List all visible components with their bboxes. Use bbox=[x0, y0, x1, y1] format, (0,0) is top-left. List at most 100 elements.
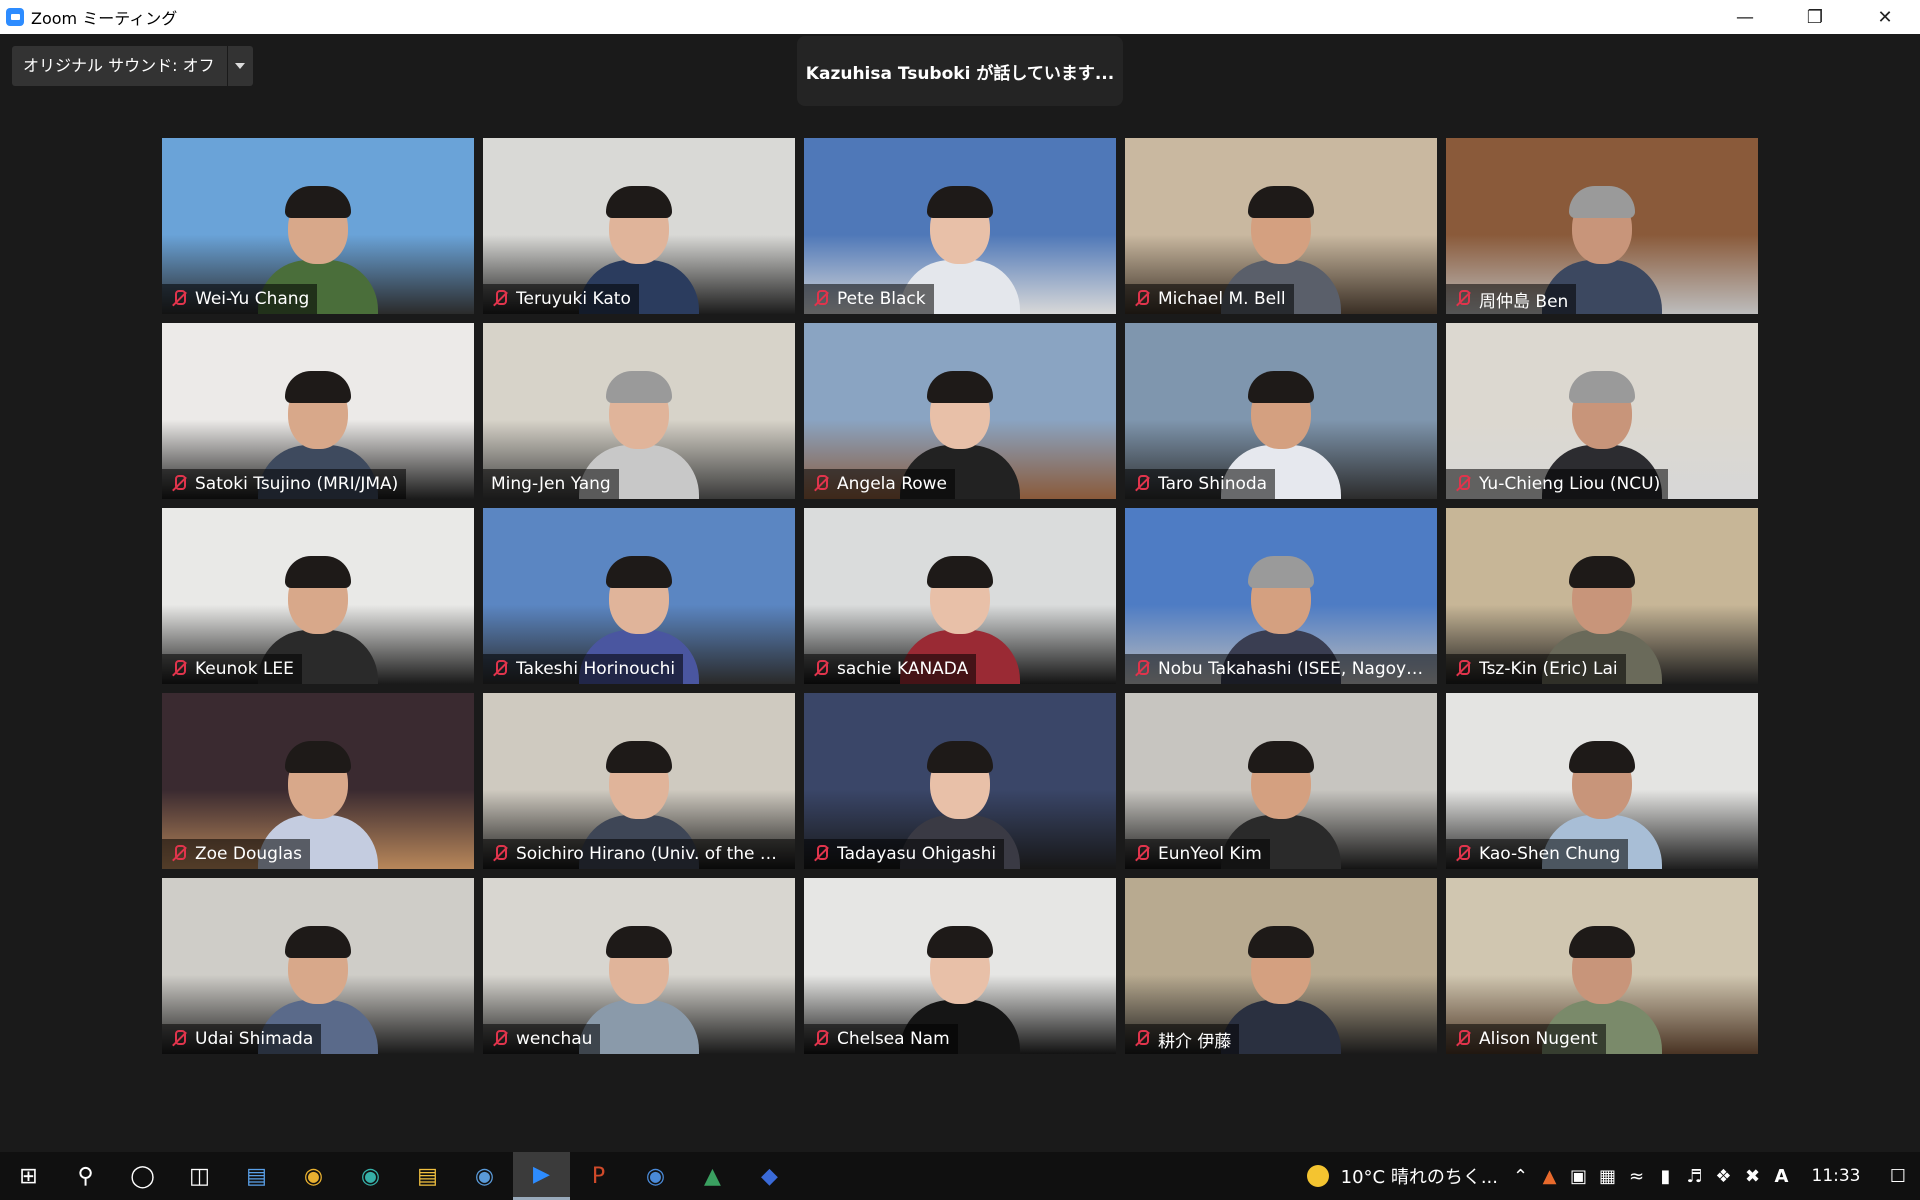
edge-icon[interactable]: ◉ bbox=[342, 1152, 399, 1200]
meeting-stage: オリジナル サウンド: オフ Kazuhisa Tsuboki が話しています.… bbox=[0, 34, 1920, 1152]
participant-name-tag: Yu-Chieng Liou (NCU) bbox=[1446, 469, 1669, 499]
globe-app-icon[interactable]: ◉ bbox=[456, 1152, 513, 1200]
video-tile[interactable]: Ming-Jen Yang bbox=[483, 323, 795, 499]
restore-button[interactable]: ❐ bbox=[1780, 0, 1850, 34]
participant-name: Zoe Douglas bbox=[195, 844, 302, 864]
mic-muted-icon bbox=[1454, 660, 1472, 678]
video-tile[interactable]: Nobu Takahashi (ISEE, Nagoya ... bbox=[1125, 508, 1437, 684]
mic-muted-icon bbox=[1454, 475, 1472, 493]
gpu-icon[interactable]: ▦ bbox=[1593, 1152, 1622, 1200]
participant-name: Ming-Jen Yang bbox=[491, 474, 611, 494]
video-tile[interactable]: Taro Shinoda bbox=[1125, 323, 1437, 499]
image-app-icon[interactable]: ▲ bbox=[684, 1152, 741, 1200]
participant-name-tag: Taro Shinoda bbox=[1125, 469, 1276, 499]
mic-muted-icon bbox=[1454, 845, 1472, 863]
video-tile[interactable]: sachie KANADA bbox=[804, 508, 1116, 684]
zoom-logo-icon bbox=[6, 8, 24, 26]
zoom-icon[interactable]: ▶ bbox=[513, 1152, 570, 1200]
participant-name: EunYeol Kim bbox=[1158, 844, 1262, 864]
participant-name: Tsz-Kin (Eric) Lai bbox=[1479, 659, 1618, 679]
video-tile[interactable]: Tsz-Kin (Eric) Lai bbox=[1446, 508, 1758, 684]
mic-muted-icon bbox=[1133, 1030, 1151, 1048]
taskbar-apps: ⊞ ⚲ ◯ ◫ ▤ ◉ ◉ ▤ ◉ ▶ P ◉ ▲ ◆ bbox=[0, 1152, 798, 1200]
battery-icon[interactable]: ▮ bbox=[1651, 1152, 1680, 1200]
dropbox-icon[interactable]: ❖ bbox=[1709, 1152, 1738, 1200]
input-method-icon[interactable]: ✖ bbox=[1738, 1152, 1767, 1200]
participant-name: Alison Nugent bbox=[1479, 1029, 1598, 1049]
video-tile[interactable]: Keunok LEE bbox=[162, 508, 474, 684]
mic-muted-icon bbox=[1133, 475, 1151, 493]
participant-name-tag: Keunok LEE bbox=[162, 654, 302, 684]
video-tile[interactable]: Zoe Douglas bbox=[162, 693, 474, 869]
participant-name: Yu-Chieng Liou (NCU) bbox=[1479, 474, 1661, 494]
video-tile[interactable]: Teruyuki Kato bbox=[483, 138, 795, 314]
close-button[interactable]: ✕ bbox=[1850, 0, 1920, 34]
active-speaker-banner: Kazuhisa Tsuboki が話しています... bbox=[797, 36, 1123, 106]
video-tile[interactable]: Kao-Shen Chung bbox=[1446, 693, 1758, 869]
video-tile[interactable]: Soichiro Hirano (Univ. of the Ry... bbox=[483, 693, 795, 869]
video-tile[interactable]: Yu-Chieng Liou (NCU) bbox=[1446, 323, 1758, 499]
mic-muted-icon bbox=[491, 660, 509, 678]
start-icon[interactable]: ⊞ bbox=[0, 1152, 57, 1200]
video-tile[interactable]: EunYeol Kim bbox=[1125, 693, 1437, 869]
windows-taskbar: ⊞ ⚲ ◯ ◫ ▤ ◉ ◉ ▤ ◉ ▶ P ◉ ▲ ◆ 10°C 晴れのちく... ⌃ ▲ ▣ ▦ ≈ ▮… bbox=[0, 1152, 1920, 1200]
participant-name-tag: Angela Rowe bbox=[804, 469, 956, 499]
network-app-icon[interactable]: ▤ bbox=[228, 1152, 285, 1200]
weather-widget[interactable]: 10°C 晴れのちく... bbox=[1306, 1163, 1498, 1189]
original-sound-button[interactable]: オリジナル サウンド: オフ bbox=[12, 46, 227, 86]
participant-name: sachie KANADA bbox=[837, 659, 969, 679]
participant-name: Wei-Yu Chang bbox=[195, 289, 310, 309]
video-tile[interactable]: Wei-Yu Chang bbox=[162, 138, 474, 314]
task-view-icon[interactable]: ◫ bbox=[171, 1152, 228, 1200]
video-tile[interactable]: Takeshi Horinouchi bbox=[483, 508, 795, 684]
mic-muted-icon bbox=[812, 290, 830, 308]
video-tile[interactable]: Tadayasu Ohigashi bbox=[804, 693, 1116, 869]
participant-name-tag: Wei-Yu Chang bbox=[162, 284, 318, 314]
participant-name: 周仲島 Ben bbox=[1479, 291, 1569, 312]
mic-muted-icon bbox=[170, 1030, 188, 1048]
weather-icon bbox=[1306, 1165, 1329, 1187]
participant-name-tag: Chelsea Nam bbox=[804, 1024, 958, 1054]
chevron-up-icon[interactable]: ⌃ bbox=[1506, 1152, 1535, 1200]
video-tile[interactable]: 周仲島 Ben bbox=[1446, 138, 1758, 314]
mic-muted-icon bbox=[491, 290, 509, 308]
terminal-app-icon[interactable]: ◆ bbox=[741, 1152, 798, 1200]
participant-name-tag: Pete Black bbox=[804, 284, 934, 314]
video-tile[interactable]: Alison Nugent bbox=[1446, 878, 1758, 1054]
participant-name-tag: Zoe Douglas bbox=[162, 839, 310, 869]
mic-muted-icon bbox=[170, 290, 188, 308]
original-sound-control: オリジナル サウンド: オフ bbox=[12, 46, 253, 86]
search-icon[interactable]: ⚲ bbox=[57, 1152, 114, 1200]
notification-icon[interactable]: ☐ bbox=[1876, 1152, 1920, 1200]
cortana-icon[interactable]: ◯ bbox=[114, 1152, 171, 1200]
video-tile[interactable]: Pete Black bbox=[804, 138, 1116, 314]
file-explorer-icon[interactable]: ▤ bbox=[399, 1152, 456, 1200]
taskbar-clock[interactable]: 11:33 bbox=[1796, 1166, 1876, 1186]
adobe-icon[interactable]: A bbox=[1767, 1152, 1796, 1200]
mic-muted-icon bbox=[170, 475, 188, 493]
participant-name: 耕介 伊藤 bbox=[1158, 1031, 1232, 1052]
participant-name: Satoki Tsujino (MRI/JMA) bbox=[195, 474, 399, 494]
video-tile[interactable]: Satoki Tsujino (MRI/JMA) bbox=[162, 323, 474, 499]
participant-name: Michael M. Bell bbox=[1158, 289, 1286, 309]
video-tile[interactable]: Michael M. Bell bbox=[1125, 138, 1437, 314]
wifi-icon[interactable]: ≈ bbox=[1622, 1152, 1651, 1200]
video-tile[interactable]: wenchau bbox=[483, 878, 795, 1054]
mic-muted-icon bbox=[170, 845, 188, 863]
participant-name-tag: 耕介 伊藤 bbox=[1125, 1024, 1240, 1054]
system-tray: 10°C 晴れのちく... ⌃ ▲ ▣ ▦ ≈ ▮ ♬ ❖ ✖ A 11:33 … bbox=[1306, 1152, 1920, 1200]
powerpoint-icon[interactable]: P bbox=[570, 1152, 627, 1200]
minimize-button[interactable]: — bbox=[1710, 0, 1780, 34]
chat-app-icon[interactable]: ◉ bbox=[627, 1152, 684, 1200]
chrome-icon[interactable]: ◉ bbox=[285, 1152, 342, 1200]
original-sound-dropdown[interactable] bbox=[226, 46, 253, 86]
participant-name-tag: Nobu Takahashi (ISEE, Nagoya ... bbox=[1125, 654, 1437, 684]
webcam-icon[interactable]: ▣ bbox=[1564, 1152, 1593, 1200]
video-tile[interactable]: Chelsea Nam bbox=[804, 878, 1116, 1054]
video-tile[interactable]: Angela Rowe bbox=[804, 323, 1116, 499]
weather-text: 10°C 晴れのちく... bbox=[1340, 1167, 1498, 1188]
volume-icon[interactable]: ♬ bbox=[1680, 1152, 1709, 1200]
video-tile[interactable]: 耕介 伊藤 bbox=[1125, 878, 1437, 1054]
video-tile[interactable]: Udai Shimada bbox=[162, 878, 474, 1054]
speaker-app-icon[interactable]: ▲ bbox=[1535, 1152, 1564, 1200]
